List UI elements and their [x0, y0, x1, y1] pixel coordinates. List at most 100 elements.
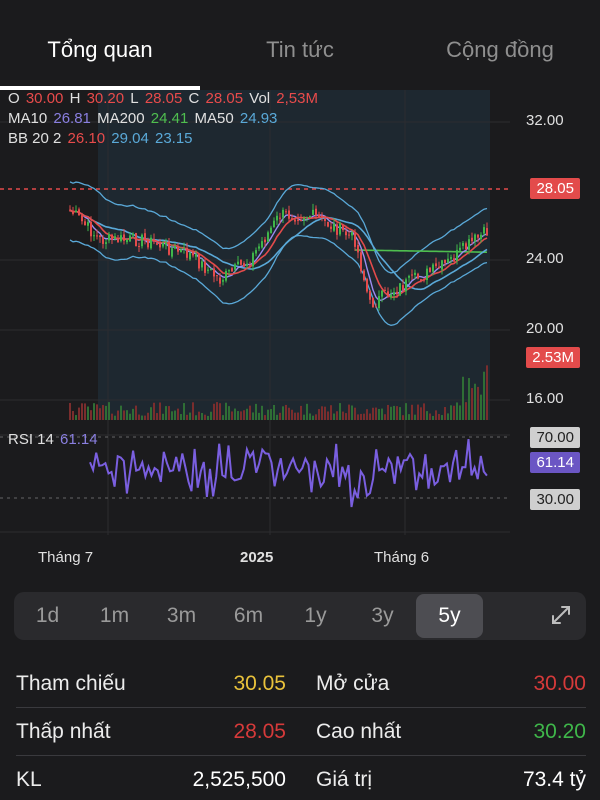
- candle-body: [393, 292, 395, 295]
- volume-bar: [72, 410, 74, 420]
- volume-bar: [69, 402, 71, 420]
- volume-bar: [411, 404, 413, 420]
- volume-bar: [294, 412, 296, 420]
- volume-tag: 2.53M: [526, 347, 580, 368]
- candle-body: [189, 252, 191, 260]
- tab-overview[interactable]: Tổng quan: [0, 0, 200, 90]
- candle-body: [378, 296, 380, 309]
- candle-body: [75, 210, 77, 213]
- volume-bar: [285, 404, 287, 420]
- candle-body: [417, 273, 419, 279]
- close-value: 28.05: [205, 90, 244, 107]
- candle-body: [369, 290, 371, 300]
- volume-bar: [435, 410, 437, 420]
- candle-body: [228, 270, 230, 272]
- ma10-label: MA10: [8, 110, 48, 127]
- volume-bar: [447, 413, 449, 420]
- volume-bar: [486, 365, 488, 420]
- candle-body: [483, 227, 485, 234]
- volume-bar: [423, 403, 425, 420]
- volume-bar: [234, 408, 236, 420]
- volume-bar: [216, 402, 218, 420]
- volume-bar: [150, 407, 152, 420]
- volume-bar: [417, 404, 419, 420]
- volume-bar: [132, 408, 134, 420]
- candle-body: [171, 248, 173, 257]
- candle-body: [180, 249, 182, 253]
- candle-body: [192, 251, 194, 256]
- volume-bar: [426, 411, 428, 420]
- range-1y-button[interactable]: 1y: [282, 594, 349, 638]
- candle-body: [354, 233, 356, 247]
- volume-bar: [321, 406, 323, 420]
- reference-label: Tham chiếu: [16, 671, 126, 695]
- candle-body: [411, 274, 413, 276]
- volume-bar: [273, 404, 275, 420]
- candle-body: [135, 233, 137, 247]
- candle-body: [414, 272, 416, 276]
- volume-bar: [360, 413, 362, 420]
- expand-icon[interactable]: [550, 604, 572, 626]
- candle-body: [219, 277, 221, 284]
- candle-body: [447, 258, 449, 263]
- price-tick-20: 20.00: [526, 320, 564, 337]
- low-price-value: 28.05: [233, 719, 286, 743]
- candle-body: [117, 238, 119, 243]
- volume-bar: [195, 415, 197, 420]
- candle-body: [249, 265, 251, 267]
- volume-bar: [201, 412, 203, 420]
- volume-bar: [141, 415, 143, 420]
- candle-body: [360, 252, 362, 272]
- range-1m-button[interactable]: 1m: [81, 594, 148, 638]
- candle-body: [465, 243, 467, 250]
- high-label: H: [69, 90, 81, 107]
- high-price: Cao nhất 30.20: [316, 720, 586, 744]
- candle-body: [324, 218, 326, 222]
- volume-label: Vol: [249, 90, 271, 107]
- candle-body: [312, 209, 314, 215]
- candle-body: [168, 241, 170, 255]
- price-chart[interactable]: O 30.00 H 30.20 L 28.05 C 28.05 Vol 2,53…: [0, 90, 600, 580]
- volume-bar: [468, 378, 470, 420]
- range-3y-button[interactable]: 3y: [349, 594, 416, 638]
- tab-bar: Tổng quan Tin tức Cộng đồng: [0, 0, 600, 90]
- tab-community[interactable]: Cộng đồng: [400, 0, 600, 90]
- candle-body: [90, 221, 92, 237]
- stats-row: KL 2,525,500 Giá trị 73.4 tỷ: [16, 756, 586, 800]
- bb-label: BB 20 2: [8, 130, 62, 147]
- volume-bar: [99, 408, 101, 420]
- volume-bar: [123, 410, 125, 420]
- volume-bar: [171, 411, 173, 420]
- volume-bar: [462, 376, 464, 420]
- volume-bar: [363, 413, 365, 420]
- volume-bar: [78, 407, 80, 420]
- range-1d-button[interactable]: 1d: [14, 594, 81, 638]
- stats-row: Tham chiếu 30.05 Mở cửa 30.00: [16, 660, 586, 708]
- candle-body: [435, 263, 437, 267]
- tab-news[interactable]: Tin tức: [200, 0, 400, 90]
- volume-bar: [156, 413, 158, 420]
- volume-bar: [105, 405, 107, 420]
- volume-bar: [252, 412, 254, 420]
- volume-bar: [84, 403, 86, 420]
- rsi-upper-tag: 70.00: [530, 427, 580, 448]
- volume-bar: [324, 406, 326, 420]
- volume-bar: [174, 410, 176, 420]
- candle-body: [174, 246, 176, 249]
- volume-bar: [270, 409, 272, 420]
- volume-bar: [159, 402, 161, 420]
- volume-bar: [129, 413, 131, 420]
- value-stat-label: Giá trị: [316, 768, 373, 791]
- range-6m-button[interactable]: 6m: [215, 594, 282, 638]
- volume-bar: [375, 407, 377, 420]
- candle-body: [384, 289, 386, 291]
- volume-bar: [153, 402, 155, 420]
- volume-bar: [258, 412, 260, 420]
- bb-legend: BB 20 2 26.10 29.04 23.15: [8, 129, 195, 149]
- volume-bar: [120, 405, 122, 420]
- range-5y-button[interactable]: 5y: [416, 594, 483, 638]
- volume-bar: [330, 405, 332, 420]
- range-3m-button[interactable]: 3m: [148, 594, 215, 638]
- candle-body: [93, 235, 95, 237]
- open-label: O: [8, 90, 20, 107]
